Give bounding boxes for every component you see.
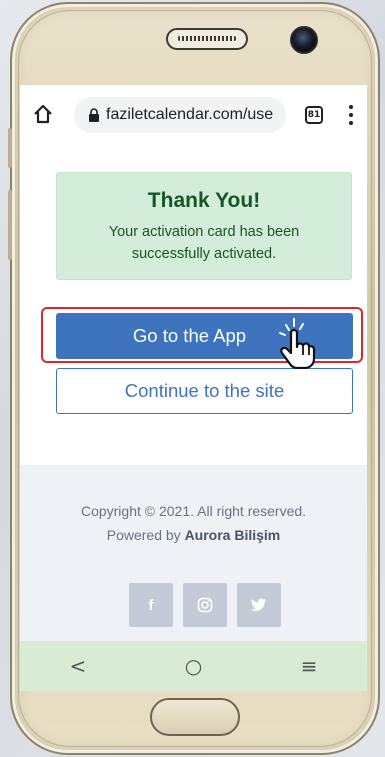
alert-message: Your activation card has been successful… [108,224,300,262]
alert-title: Thank You! [147,189,261,212]
url-text: faziletcalendar.com/use [106,106,274,123]
site-footer: Copyright © 2021. All right reserved. Po… [20,465,367,641]
tab-switcher-button[interactable]: 81 [305,106,323,124]
home-circle-icon[interactable]: ○ [173,654,213,678]
hand-pointer-icon [279,318,316,369]
powered-by-text: Powered by Aurora Bilişim [20,527,367,543]
earpiece-speaker [166,28,248,50]
powered-by-prefix: Powered by [106,527,181,543]
phone-screen: faziletcalendar.com/use 81 Thank You! Yo… [20,85,367,691]
more-options-icon[interactable] [346,103,356,127]
main-content: Thank You! Your activation card has been… [20,145,367,465]
twitter-glyph [251,598,266,612]
recents-icon[interactable]: ≡ [289,654,329,678]
lock-icon [89,108,99,122]
android-nav-bar: < ○ ≡ [20,641,367,691]
continue-to-site-button[interactable]: Continue to the site [56,368,353,414]
facebook-icon[interactable]: f [129,583,173,627]
copyright-text: Copyright © 2021. All right reserved. [80,503,307,519]
power-button [8,190,12,260]
browser-toolbar: faziletcalendar.com/use 81 [20,85,367,145]
address-bar[interactable]: faziletcalendar.com/use [74,97,286,133]
powered-by-brand[interactable]: Aurora Bilişim [185,527,281,543]
instagram-glyph [197,597,213,613]
home-icon[interactable] [32,103,54,125]
success-alert: Thank You! Your activation card has been… [56,172,352,280]
front-camera [290,26,318,54]
physical-home-button[interactable] [150,698,240,736]
back-icon[interactable]: < [58,654,98,678]
go-to-app-label: Go to the App [132,325,247,346]
instagram-icon[interactable] [183,583,227,627]
social-links: f [129,583,281,627]
twitter-icon[interactable] [237,583,281,627]
volume-button [8,128,12,168]
